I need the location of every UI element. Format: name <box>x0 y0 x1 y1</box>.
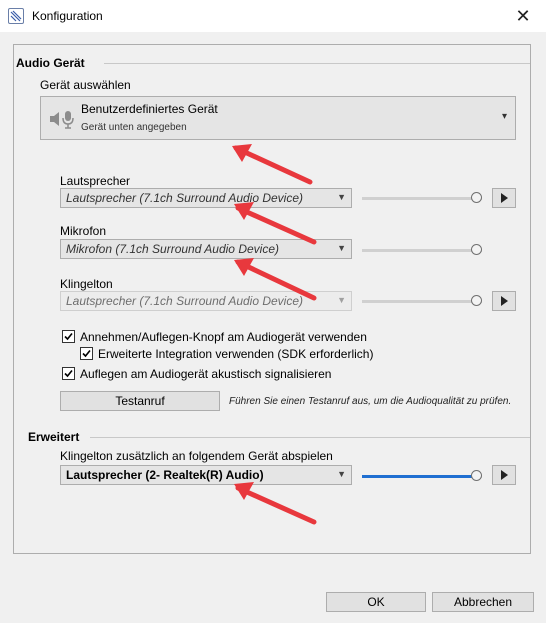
extended-integration-checkbox-label: Erweiterte Integration verwenden (SDK er… <box>98 347 374 361</box>
chevron-down-icon: ▼ <box>337 295 346 305</box>
close-button[interactable]: ✕ <box>500 0 546 32</box>
section-divider <box>90 437 530 438</box>
annotation-arrow <box>234 482 317 525</box>
device-subtitle: Gerät unten angegeben <box>81 122 187 133</box>
ringtone-play-button[interactable] <box>492 291 516 311</box>
title-bar: Konfiguration ✕ <box>0 0 546 32</box>
slider-thumb[interactable] <box>471 295 482 306</box>
ringtone-label: Klingelton <box>60 277 113 291</box>
slider-thumb[interactable] <box>471 244 482 255</box>
annotation-arrow <box>234 202 317 245</box>
checkmark-icon <box>64 332 73 341</box>
accept-button-checkbox-label: Annehmen/Auflegen-Knopf am Audiogerät ve… <box>80 330 367 344</box>
accept-button-checkbox[interactable] <box>62 330 75 343</box>
device-select[interactable]: Benutzerdefiniertes Gerät Gerät unten an… <box>40 96 516 140</box>
play-icon <box>501 296 508 306</box>
extended-integration-checkbox[interactable] <box>80 347 93 360</box>
microphone-volume-slider[interactable] <box>362 244 482 256</box>
ring-additional-play-button[interactable] <box>492 465 516 485</box>
test-call-hint: Führen Sie einen Testanruf aus, um die A… <box>229 396 512 407</box>
play-icon <box>501 470 508 480</box>
microphone-label: Mikrofon <box>60 224 107 238</box>
signal-hangup-checkbox-label: Auflegen am Audiogerät akustisch signali… <box>80 367 332 381</box>
speaker-play-button[interactable] <box>492 188 516 208</box>
ok-button[interactable]: OK <box>326 592 426 612</box>
microphone-speaker-icon <box>49 109 77 132</box>
section-title-audio-device: Audio Gerät <box>16 56 85 70</box>
app-icon <box>8 8 24 24</box>
checkmark-icon <box>64 369 73 378</box>
section-divider <box>104 63 530 64</box>
section-title-advanced: Erweitert <box>28 430 80 444</box>
slider-thumb[interactable] <box>471 470 482 481</box>
speaker-label: Lautsprecher <box>60 174 131 188</box>
ringtone-volume-slider[interactable] <box>362 295 482 307</box>
cancel-button[interactable]: Abbrechen <box>432 592 534 612</box>
annotation-arrow <box>234 258 317 301</box>
ring-additional-label: Klingelton zusätzlich an folgendem Gerät… <box>60 449 333 463</box>
window-title: Konfiguration <box>32 9 103 23</box>
annotation-arrow <box>232 144 313 185</box>
select-device-label: Gerät auswählen <box>40 78 131 92</box>
ring-additional-volume-slider[interactable] <box>362 470 482 482</box>
signal-hangup-checkbox[interactable] <box>62 367 75 380</box>
play-icon <box>501 193 508 203</box>
chevron-down-icon: ▼ <box>337 192 346 202</box>
chevron-down-icon: ▼ <box>337 243 346 253</box>
chevron-down-icon: ▼ <box>337 469 346 479</box>
chevron-down-icon: ▾ <box>501 111 507 122</box>
device-name: Benutzerdefiniertes Gerät <box>81 102 218 116</box>
slider-thumb[interactable] <box>471 192 482 203</box>
speaker-volume-slider[interactable] <box>362 192 482 204</box>
test-call-button[interactable]: Testanruf <box>60 391 220 411</box>
checkmark-icon <box>82 349 91 358</box>
